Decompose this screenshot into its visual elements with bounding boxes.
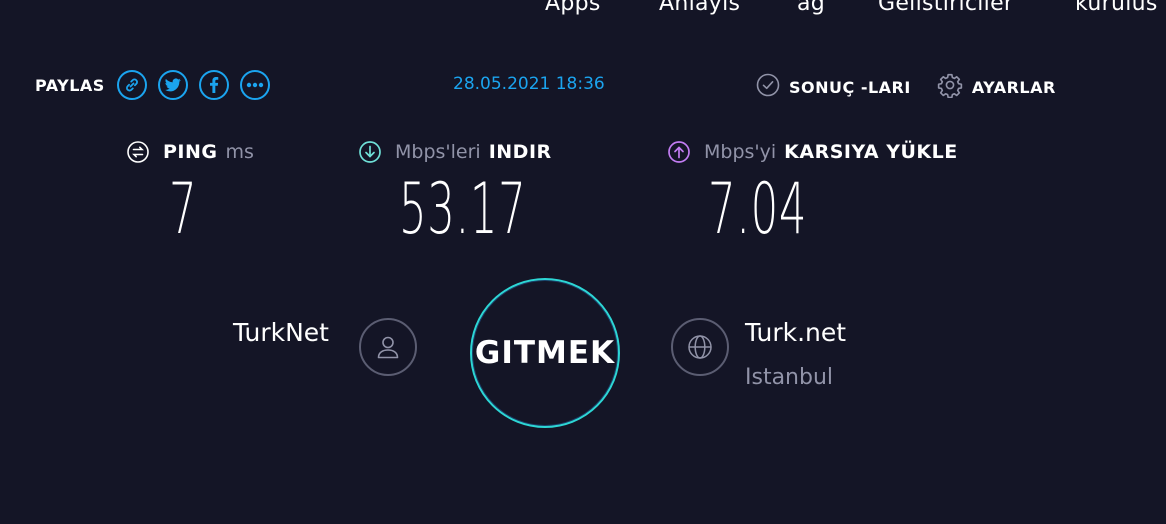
nav-item-analysis[interactable]: Anlayis <box>659 0 740 16</box>
link-icon[interactable] <box>116 70 147 100</box>
upload-label: KARSIYA YÜKLE <box>784 141 958 163</box>
download-value: 53.17 <box>399 168 527 250</box>
settings-link[interactable]: AYARLAR <box>937 72 1056 102</box>
upload-arrow-icon <box>668 141 690 163</box>
test-datetime: 28.05.2021 18:36 <box>453 74 605 94</box>
ping-label: PING <box>163 141 218 163</box>
ping-value: 7 <box>169 168 198 250</box>
upload-metric: Mbps'yi KARSIYA YÜKLE 7.04 <box>668 138 958 250</box>
isp-name: TurkNet <box>233 318 329 347</box>
server-name[interactable]: Turk.net <box>745 318 846 347</box>
gear-icon <box>937 72 963 102</box>
top-navigation: Apps Anlayis ag Gelistiriciler kurulus <box>0 0 1166 25</box>
result-actions: SONUÇ -LARI AYARLAR <box>756 72 1082 102</box>
more-icon[interactable] <box>239 70 270 100</box>
download-label: INDIR <box>488 141 552 163</box>
ping-icon <box>127 141 149 163</box>
share-label: PAYLAS <box>35 75 105 95</box>
nav-item-about[interactable]: kurulus <box>1075 0 1158 16</box>
results-link[interactable]: SONUÇ -LARI <box>756 73 911 101</box>
server-location: Istanbul <box>745 365 834 390</box>
user-icon <box>359 318 417 376</box>
download-arrow-icon <box>359 141 381 163</box>
nav-item-apps[interactable]: Apps <box>545 0 601 16</box>
ping-metric: PING ms 7 <box>127 138 254 250</box>
ping-unit: ms <box>225 141 254 163</box>
upload-value: 7.04 <box>708 168 808 250</box>
nav-item-developers[interactable]: Gelistiriciler <box>878 0 1013 16</box>
download-metric: Mbps'leri INDIR 53.17 <box>359 138 552 250</box>
check-circle-icon <box>756 73 780 101</box>
upload-unit: Mbps'yi <box>704 141 777 163</box>
nav-item-network[interactable]: ag <box>797 0 825 16</box>
go-button[interactable]: GITMEK <box>470 278 620 428</box>
settings-label: AYARLAR <box>971 77 1056 97</box>
results-label: SONUÇ -LARI <box>789 77 911 97</box>
download-unit: Mbps'leri <box>395 141 481 163</box>
globe-icon[interactable] <box>671 318 729 376</box>
go-button-label: GITMEK <box>474 335 616 371</box>
twitter-icon[interactable] <box>157 70 188 100</box>
facebook-icon[interactable] <box>198 70 229 100</box>
share-bar: PAYLAS <box>35 69 281 101</box>
